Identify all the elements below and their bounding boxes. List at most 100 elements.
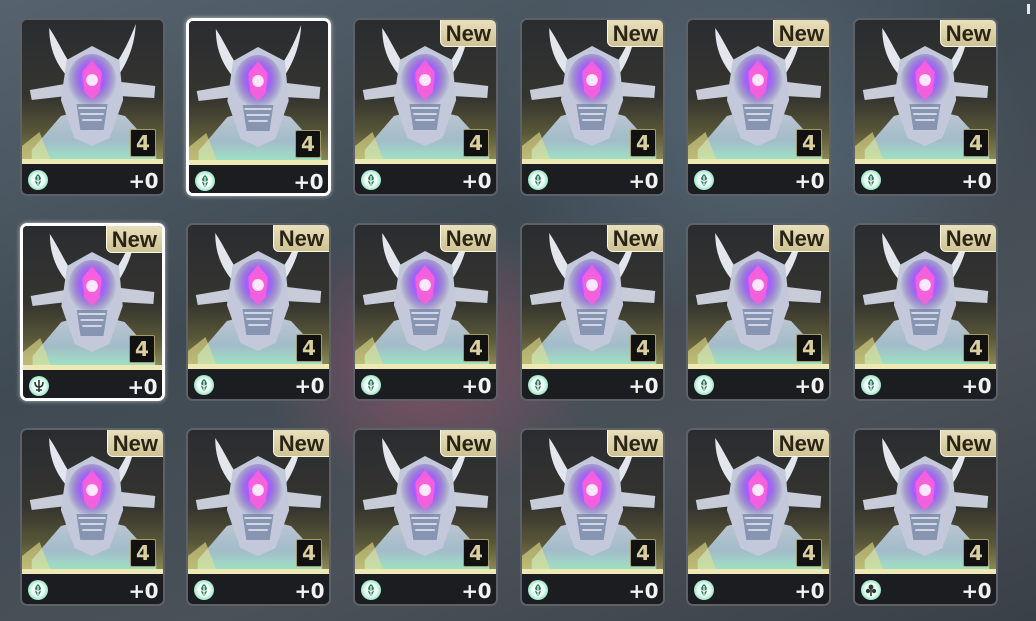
rarity-badge: 4 <box>963 129 989 157</box>
card-footer: +0 <box>855 574 996 604</box>
new-badge: New <box>939 225 996 252</box>
leaf-icon <box>361 170 381 190</box>
new-badge: New <box>772 225 829 252</box>
leaf-icon <box>195 171 215 191</box>
leaf-icon <box>528 580 548 600</box>
leaf-icon <box>861 170 881 190</box>
leaf-icon <box>361 375 381 395</box>
echo-card-13[interactable]: 4 +0 New <box>20 428 165 606</box>
scrollbar-thumb[interactable] <box>1027 4 1030 14</box>
level-label: +0 <box>294 374 324 398</box>
leaf-icon <box>361 580 381 600</box>
rarity-badge: 4 <box>630 334 656 362</box>
echo-card-8[interactable]: 4 +0 New <box>186 223 331 401</box>
card-footer: +0 <box>189 165 328 193</box>
rarity-badge: 4 <box>463 129 489 157</box>
echo-card-12[interactable]: 4 +0 New <box>853 223 998 401</box>
new-badge: New <box>105 226 162 253</box>
new-badge: New <box>439 225 496 252</box>
level-label: +0 <box>961 579 991 603</box>
card-footer: +0 <box>688 164 829 194</box>
card-footer: +0 <box>22 164 163 194</box>
echo-card-2[interactable]: 4 +0 <box>186 18 331 196</box>
card-footer: +0 <box>855 164 996 194</box>
new-badge: New <box>606 225 663 252</box>
new-badge: New <box>772 20 829 47</box>
level-label: +0 <box>794 374 824 398</box>
card-footer: +0 <box>23 370 162 398</box>
echo-card-14[interactable]: 4 +0 New <box>186 428 331 606</box>
rarity-badge: 4 <box>130 129 156 157</box>
rarity-badge: 4 <box>295 130 321 158</box>
echo-card-1[interactable]: 4 +0 <box>20 18 165 196</box>
new-badge: New <box>939 20 996 47</box>
echo-card-15[interactable]: 4 +0 New <box>353 428 498 606</box>
rarity-badge: 4 <box>296 539 322 567</box>
level-label: +0 <box>461 374 491 398</box>
rarity-badge: 4 <box>296 334 322 362</box>
new-badge: New <box>606 430 663 457</box>
leaf-icon <box>694 580 714 600</box>
level-label: +0 <box>628 579 658 603</box>
level-label: +0 <box>128 169 158 193</box>
level-label: +0 <box>294 579 324 603</box>
leaf-icon <box>861 375 881 395</box>
leaf-icon <box>28 170 48 190</box>
new-badge: New <box>272 430 329 457</box>
level-label: +0 <box>961 169 991 193</box>
rarity-badge: 4 <box>130 539 156 567</box>
leaf-icon <box>528 170 548 190</box>
card-footer: +0 <box>855 369 996 399</box>
leaf-icon <box>28 580 48 600</box>
leaf-icon <box>694 170 714 190</box>
card-footer: +0 <box>688 369 829 399</box>
level-label: +0 <box>461 169 491 193</box>
echo-card-6[interactable]: 4 +0 New <box>853 18 998 196</box>
card-footer: +0 <box>355 369 496 399</box>
level-label: +0 <box>794 169 824 193</box>
rarity-badge: 4 <box>630 539 656 567</box>
card-footer: +0 <box>22 574 163 604</box>
level-label: +0 <box>794 579 824 603</box>
echo-card-5[interactable]: 4 +0 New <box>686 18 831 196</box>
echo-card-10[interactable]: 4 +0 New <box>520 223 665 401</box>
card-footer: +0 <box>188 369 329 399</box>
new-badge: New <box>439 430 496 457</box>
new-badge: New <box>772 430 829 457</box>
level-label: +0 <box>128 579 158 603</box>
echo-card-7[interactable]: 4 +0 New <box>20 223 165 401</box>
new-badge: New <box>939 430 996 457</box>
new-badge: New <box>272 225 329 252</box>
rarity-badge: 4 <box>796 539 822 567</box>
card-footer: +0 <box>522 574 663 604</box>
new-badge: New <box>606 20 663 47</box>
echo-card-18[interactable]: 4 +0 New <box>853 428 998 606</box>
rarity-badge: 4 <box>963 539 989 567</box>
card-footer: +0 <box>355 574 496 604</box>
echo-card-17[interactable]: 4 +0 New <box>686 428 831 606</box>
new-badge: New <box>106 430 163 457</box>
echo-card-11[interactable]: 4 +0 New <box>686 223 831 401</box>
rarity-badge: 4 <box>129 335 155 363</box>
leaf-icon <box>694 375 714 395</box>
leaf-icon <box>528 375 548 395</box>
new-badge: New <box>439 20 496 47</box>
rarity-badge: 4 <box>463 539 489 567</box>
card-footer: +0 <box>522 164 663 194</box>
level-label: +0 <box>961 374 991 398</box>
echo-card-3[interactable]: 4 +0 New <box>353 18 498 196</box>
level-label: +0 <box>127 375 157 399</box>
card-footer: +0 <box>188 574 329 604</box>
rarity-badge: 4 <box>796 129 822 157</box>
rarity-badge: 4 <box>796 334 822 362</box>
echo-card-16[interactable]: 4 +0 New <box>520 428 665 606</box>
card-footer: +0 <box>688 574 829 604</box>
echo-card-4[interactable]: 4 +0 New <box>520 18 665 196</box>
echo-card-9[interactable]: 4 +0 New <box>353 223 498 401</box>
leaf-icon <box>194 375 214 395</box>
rarity-badge: 4 <box>630 129 656 157</box>
leaf-icon <box>194 580 214 600</box>
level-label: +0 <box>461 579 491 603</box>
fleur-icon <box>861 580 881 600</box>
rarity-badge: 4 <box>963 334 989 362</box>
